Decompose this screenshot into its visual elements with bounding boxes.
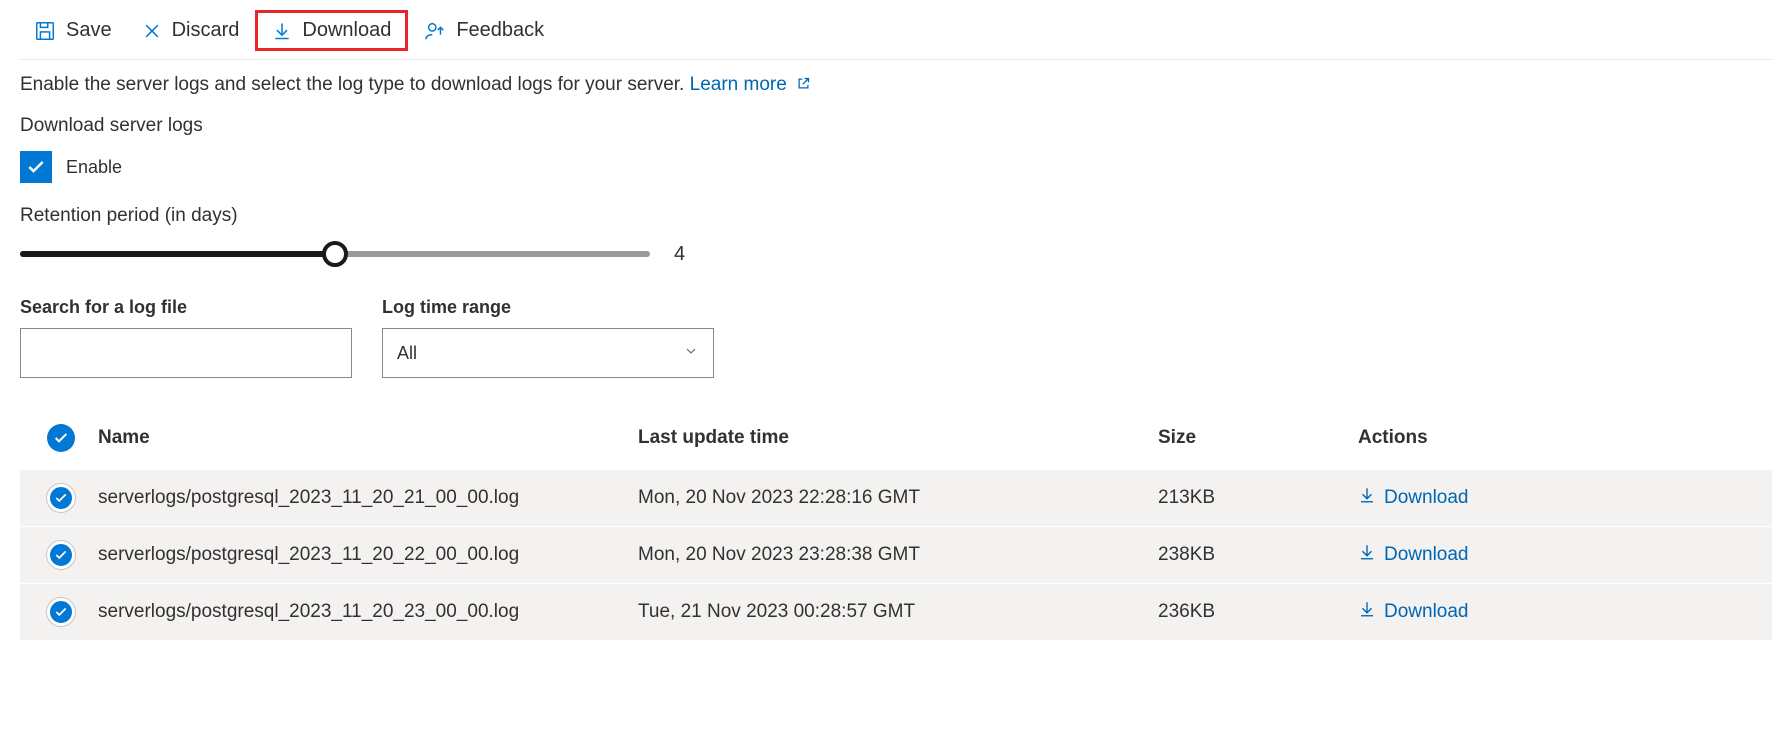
row-download-link[interactable]: Download bbox=[1358, 543, 1469, 567]
feedback-label: Feedback bbox=[456, 19, 544, 42]
cell-time: Mon, 20 Nov 2023 22:28:16 GMT bbox=[630, 470, 1150, 527]
chevron-down-icon bbox=[683, 343, 699, 364]
download-button[interactable]: Download bbox=[255, 10, 408, 51]
logs-table: Name Last update time Size Actions serve… bbox=[20, 412, 1772, 640]
feedback-button[interactable]: Feedback bbox=[410, 13, 558, 48]
retention-value: 4 bbox=[674, 243, 685, 266]
download-icon bbox=[272, 21, 292, 41]
cell-size: 213KB bbox=[1150, 470, 1350, 527]
row-download-label: Download bbox=[1384, 601, 1469, 623]
download-icon bbox=[1358, 543, 1376, 567]
description-text: Enable the server logs and select the lo… bbox=[20, 74, 684, 95]
range-select[interactable]: All bbox=[382, 328, 714, 378]
download-icon bbox=[1358, 486, 1376, 510]
table-row[interactable]: serverlogs/postgresql_2023_11_20_21_00_0… bbox=[20, 470, 1772, 527]
feedback-icon bbox=[424, 20, 446, 42]
learn-more-text: Learn more bbox=[690, 74, 787, 95]
cell-size: 238KB bbox=[1150, 527, 1350, 584]
cell-time: Tue, 21 Nov 2023 00:28:57 GMT bbox=[630, 584, 1150, 641]
cell-name: serverlogs/postgresql_2023_11_20_23_00_0… bbox=[90, 584, 630, 641]
download-icon bbox=[1358, 600, 1376, 624]
retention-label: Retention period (in days) bbox=[20, 205, 1772, 227]
learn-more-link[interactable]: Learn more bbox=[690, 74, 811, 95]
row-download-label: Download bbox=[1384, 544, 1469, 566]
row-checkbox[interactable] bbox=[47, 541, 75, 569]
description: Enable the server logs and select the lo… bbox=[20, 74, 1772, 97]
table-row[interactable]: serverlogs/postgresql_2023_11_20_23_00_0… bbox=[20, 584, 1772, 641]
cell-name: serverlogs/postgresql_2023_11_20_21_00_0… bbox=[90, 470, 630, 527]
search-input[interactable] bbox=[20, 328, 352, 378]
external-link-icon bbox=[796, 75, 811, 97]
header-size[interactable]: Size bbox=[1150, 412, 1350, 470]
select-all-checkbox[interactable] bbox=[47, 424, 75, 452]
cell-name: serverlogs/postgresql_2023_11_20_22_00_0… bbox=[90, 527, 630, 584]
search-label: Search for a log file bbox=[20, 297, 352, 318]
range-label: Log time range bbox=[382, 297, 714, 318]
enable-row: Enable bbox=[20, 151, 1772, 183]
search-filter: Search for a log file bbox=[20, 297, 352, 378]
enable-label: Enable bbox=[66, 157, 122, 178]
range-filter: Log time range All bbox=[382, 297, 714, 378]
row-checkbox[interactable] bbox=[47, 598, 75, 626]
table-row[interactable]: serverlogs/postgresql_2023_11_20_22_00_0… bbox=[20, 527, 1772, 584]
save-button[interactable]: Save bbox=[20, 13, 126, 48]
save-label: Save bbox=[66, 19, 112, 42]
row-download-link[interactable]: Download bbox=[1358, 486, 1469, 510]
discard-label: Discard bbox=[172, 19, 240, 42]
close-icon bbox=[142, 21, 162, 41]
range-value: All bbox=[397, 343, 417, 364]
header-actions: Actions bbox=[1350, 412, 1772, 470]
cell-time: Mon, 20 Nov 2023 23:28:38 GMT bbox=[630, 527, 1150, 584]
retention-slider-row: 4 bbox=[20, 241, 1772, 267]
slider-thumb[interactable] bbox=[322, 241, 348, 267]
save-icon bbox=[34, 20, 56, 42]
header-name[interactable]: Name bbox=[90, 412, 630, 470]
row-download-link[interactable]: Download bbox=[1358, 600, 1469, 624]
row-checkbox[interactable] bbox=[47, 484, 75, 512]
header-last-update[interactable]: Last update time bbox=[630, 412, 1150, 470]
download-label: Download bbox=[302, 19, 391, 42]
discard-button[interactable]: Discard bbox=[128, 13, 254, 48]
toolbar: Save Discard Download Feedback bbox=[20, 10, 1772, 60]
filters: Search for a log file Log time range All bbox=[20, 297, 1772, 378]
enable-checkbox[interactable] bbox=[20, 151, 52, 183]
download-logs-label: Download server logs bbox=[20, 115, 1772, 137]
slider-fill bbox=[20, 251, 335, 257]
cell-size: 236KB bbox=[1150, 584, 1350, 641]
row-download-label: Download bbox=[1384, 487, 1469, 509]
retention-slider[interactable] bbox=[20, 241, 650, 267]
